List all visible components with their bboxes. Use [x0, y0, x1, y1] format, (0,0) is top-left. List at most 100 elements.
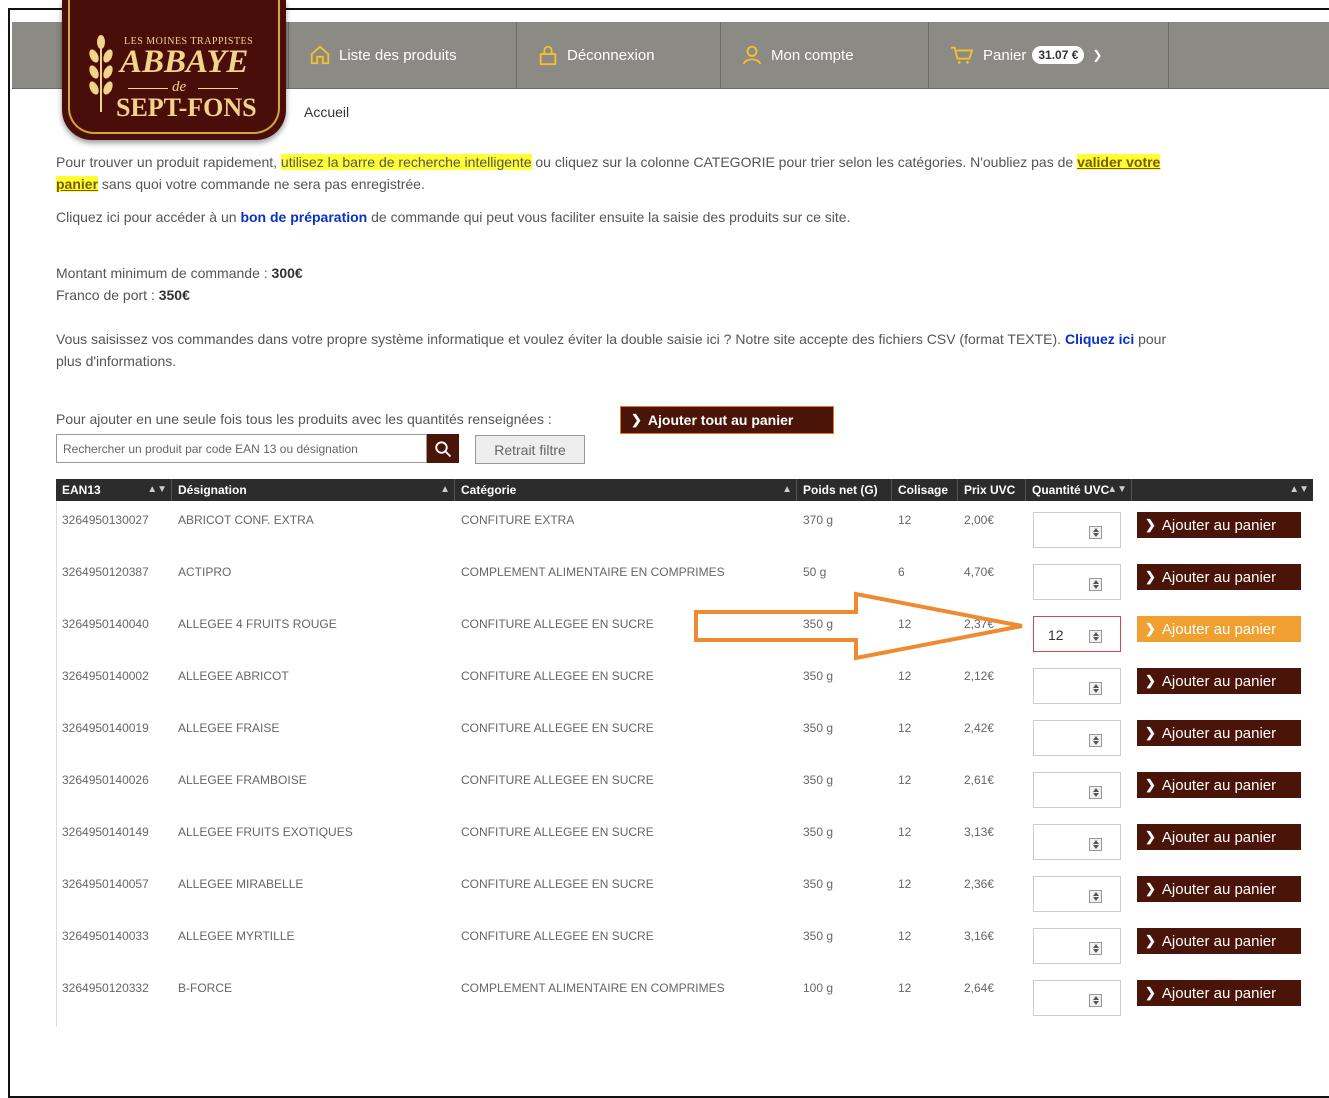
quantity-stepper[interactable] — [1033, 928, 1121, 964]
cell-colisage: 12 — [898, 877, 912, 891]
quantity-stepper[interactable] — [1033, 772, 1121, 808]
th-weight-label: Poids net (G) — [803, 483, 878, 497]
intro-text: Pour trouver un produit rapidement, — [56, 154, 281, 170]
quantity-stepper[interactable] — [1033, 980, 1121, 1016]
quantity-stepper[interactable] — [1033, 876, 1121, 912]
csv-info-link[interactable]: Cliquez ici — [1065, 331, 1134, 347]
add-all-button[interactable]: ❯ Ajouter tout au panier — [620, 406, 834, 434]
chevron-right-icon: ❯ — [1145, 881, 1156, 896]
spinner-icon[interactable] — [1089, 942, 1102, 955]
chevron-down-icon[interactable]: ❯ — [1092, 48, 1102, 62]
add-to-cart-button[interactable]: ❯ Ajouter au panier — [1137, 668, 1301, 694]
th-designation[interactable]: Désignation ▲ — [172, 479, 455, 501]
quantity-stepper[interactable] — [1033, 824, 1121, 860]
nav-cart-label: Panier — [983, 46, 1027, 64]
spinner-icon[interactable] — [1089, 630, 1102, 643]
cell-category: CONFITURE ALLEGEE EN SUCRE — [461, 929, 654, 943]
abbaye-logo[interactable]: LES MOINES TRAPPISTES ABBAYE de SEPT-FON… — [62, 0, 286, 140]
cell-colisage: 12 — [898, 773, 912, 787]
cell-ean: 3264950140019 — [62, 721, 149, 735]
quantity-stepper[interactable]: 12 — [1033, 616, 1121, 652]
add-to-cart-button[interactable]: ❯ Ajouter au panier — [1137, 772, 1301, 798]
nav-account[interactable]: Mon compte — [720, 22, 928, 88]
cell-designation: ALLEGEE ABRICOT — [178, 669, 289, 683]
th-quantity[interactable]: Quantité UVC ▲▼ — [1026, 479, 1132, 501]
add-to-cart-button[interactable]: ❯ Ajouter au panier — [1137, 824, 1301, 850]
logo-abbaye: ABBAYE — [120, 44, 249, 80]
search-button[interactable] — [427, 434, 459, 463]
table-header: EAN13 ▲▼ Désignation ▲ Catégorie ▲ Poids ne… — [56, 479, 1313, 501]
add-to-cart-button[interactable]: ❯ Ajouter au panier — [1137, 720, 1301, 746]
add-to-cart-label: Ajouter au panier — [1161, 724, 1277, 742]
add-to-cart-button[interactable]: ❯ Ajouter au panier — [1137, 980, 1301, 1006]
th-colisage-label: Colisage — [898, 483, 949, 497]
search-input[interactable]: Rechercher un produit par code EAN 13 ou… — [56, 434, 427, 463]
prep-form-link[interactable]: bon de préparation — [240, 209, 367, 225]
spinner-icon[interactable] — [1089, 526, 1102, 539]
spinner-icon[interactable] — [1089, 890, 1102, 903]
quantity-stepper[interactable] — [1033, 512, 1121, 548]
spinner-icon[interactable] — [1089, 994, 1102, 1007]
table-row: 3264950140057 ALLEGEE MIRABELLE CONFITURE … — [56, 869, 1313, 921]
quantity-stepper[interactable] — [1033, 668, 1121, 704]
add-to-cart-button[interactable]: ❯ Ajouter au panier — [1137, 512, 1301, 538]
th-price[interactable]: Prix UVC — [958, 479, 1026, 501]
th-colisage[interactable]: Colisage — [892, 479, 958, 501]
cart-icon — [951, 46, 974, 64]
spinner-icon[interactable] — [1089, 578, 1102, 591]
cell-price: 2,36€ — [964, 877, 995, 891]
th-ean13[interactable]: EAN13 ▲▼ — [56, 479, 172, 501]
table-left-rule — [56, 501, 57, 1027]
add-to-cart-button[interactable]: ❯ Ajouter au panier — [1137, 928, 1301, 954]
prep-paragraph: Cliquez ici pour accéder à un bon de pré… — [56, 206, 1316, 228]
cell-category: CONFITURE ALLEGEE EN SUCRE — [461, 617, 654, 631]
quantity-stepper[interactable] — [1033, 720, 1121, 756]
intro-text-3: sans quoi votre commande ne sera pas enr… — [98, 176, 425, 192]
th-category[interactable]: Catégorie ▲ — [455, 479, 797, 501]
chevron-right-icon: ❯ — [1145, 829, 1156, 844]
table-row: 3264950120332 B-FORCE COMPLEMENT ALIMENTAI… — [56, 973, 1313, 1025]
breadcrumb[interactable]: Accueil — [304, 104, 349, 120]
cell-price: 2,12€ — [964, 669, 995, 683]
prep-text: Cliquez ici pour accéder à un — [56, 209, 241, 225]
cell-category: COMPLEMENT ALIMENTAIRE EN COMPRIMES — [461, 565, 725, 579]
intro-text-2: ou cliquez sur la colonne CATEGORIE pour… — [531, 154, 1078, 170]
nav-cart[interactable]: Panier 31.07 € ❯ — [928, 22, 1168, 88]
logo-rule-right — [198, 88, 238, 89]
sort-asc-icon: ▲ — [440, 484, 450, 495]
nav-logout[interactable]: Déconnexion — [516, 22, 720, 88]
nav-logout-label: Déconnexion — [567, 46, 655, 64]
reset-filter-button[interactable]: Retrait filtre — [475, 435, 585, 464]
cell-ean: 3264950140149 — [62, 825, 149, 839]
th-price-label: Prix UVC — [964, 483, 1016, 497]
nav-products[interactable]: Liste des produits — [288, 22, 516, 88]
cell-weight: 350 g — [803, 825, 834, 839]
cell-category: CONFITURE ALLEGEE EN SUCRE — [461, 669, 654, 683]
cell-colisage: 12 — [898, 721, 912, 735]
spinner-icon[interactable] — [1089, 786, 1102, 799]
cell-designation: ALLEGEE FRAMBOISE — [178, 773, 307, 787]
th-quantity-label: Quantité UVC — [1032, 483, 1110, 497]
validate-cart-link-2[interactable]: panier — [56, 176, 99, 192]
home-icon — [310, 45, 330, 65]
spinner-icon[interactable] — [1089, 838, 1102, 851]
cell-weight: 350 g — [803, 877, 834, 891]
quantity-stepper[interactable] — [1033, 564, 1121, 600]
prep-text-2: de commande qui peut vous faciliter ensu… — [367, 209, 851, 225]
cell-category: CONFITURE ALLEGEE EN SUCRE — [461, 825, 654, 839]
add-to-cart-label: Ajouter au panier — [1161, 880, 1277, 898]
add-to-cart-button[interactable]: ❯ Ajouter au panier — [1137, 564, 1301, 590]
chevron-right-icon: ❯ — [1145, 621, 1156, 636]
th-weight[interactable]: Poids net (G) — [797, 479, 892, 501]
th-actions[interactable]: ▲▼ — [1132, 479, 1313, 501]
cell-designation: ALLEGEE FRUITS EXOTIQUES — [178, 825, 353, 839]
add-to-cart-button[interactable]: ❯ Ajouter au panier — [1137, 876, 1301, 902]
add-to-cart-button[interactable]: ❯ Ajouter au panier — [1137, 616, 1301, 642]
chevron-right-icon: ❯ — [1145, 673, 1156, 688]
th-designation-label: Désignation — [178, 483, 247, 497]
spinner-icon[interactable] — [1089, 734, 1102, 747]
quantity-value: 12 — [1048, 627, 1064, 643]
spinner-icon[interactable] — [1089, 682, 1102, 695]
validate-cart-link[interactable]: valider votre — [1077, 154, 1161, 170]
th-category-label: Catégorie — [461, 483, 517, 497]
